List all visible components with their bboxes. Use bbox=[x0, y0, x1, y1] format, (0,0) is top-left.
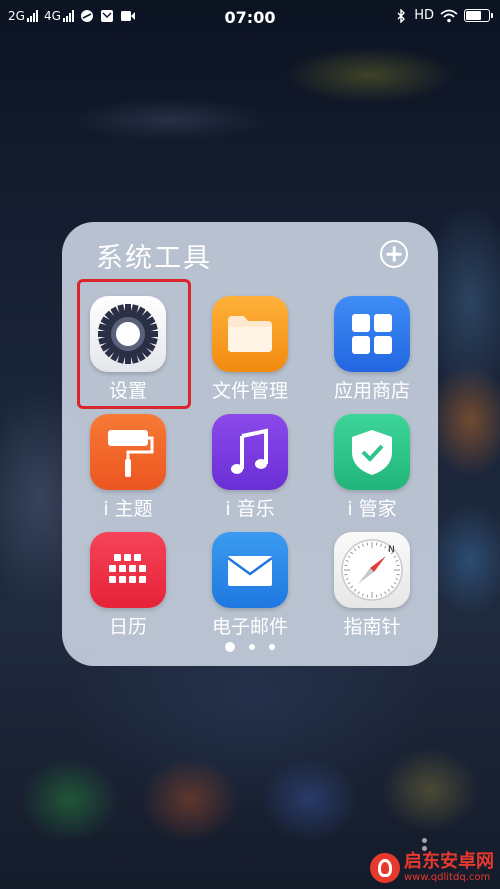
app-manager[interactable]: i 管家 bbox=[311, 412, 433, 530]
watermark-logo-icon bbox=[370, 853, 400, 883]
app-label: 指南针 bbox=[343, 616, 401, 638]
home-page-indicator bbox=[422, 838, 427, 851]
app-email[interactable]: 电子邮件 bbox=[189, 530, 311, 648]
watermark-url: www.qdlitdq.com bbox=[404, 872, 491, 883]
app-settings[interactable]: 设置 bbox=[67, 294, 189, 412]
page-dot[interactable] bbox=[269, 644, 275, 650]
folder-title[interactable]: 系统工具 bbox=[96, 236, 212, 275]
app-theme[interactable]: i 主题 bbox=[67, 412, 189, 530]
app-label: i 管家 bbox=[347, 498, 397, 520]
app-store[interactable]: 应用商店 bbox=[311, 294, 433, 412]
envelope-icon bbox=[212, 532, 288, 608]
app-file-manager[interactable]: 文件管理 bbox=[189, 294, 311, 412]
app-label: 应用商店 bbox=[333, 380, 410, 402]
shield-check-icon bbox=[334, 414, 410, 490]
folder-icon bbox=[212, 296, 288, 372]
app-label: 日历 bbox=[108, 616, 147, 638]
app-store-grid-icon bbox=[334, 296, 410, 372]
app-label: i 主题 bbox=[103, 498, 153, 520]
site-watermark: 启东安卓网 www.qdlitdq.com bbox=[370, 853, 494, 883]
app-label: 电子邮件 bbox=[211, 616, 288, 638]
app-calendar[interactable]: 日历 bbox=[67, 530, 189, 648]
app-compass[interactable]: N 指南针 bbox=[311, 530, 433, 648]
app-label: i 音乐 bbox=[225, 498, 275, 520]
hd-indicator: HD bbox=[414, 8, 434, 23]
paint-roller-icon bbox=[90, 414, 166, 490]
app-label: 文件管理 bbox=[211, 380, 288, 402]
page-indicator[interactable] bbox=[62, 642, 438, 652]
music-note-icon bbox=[212, 414, 288, 490]
calendar-grid-icon bbox=[90, 532, 166, 608]
settings-gear-icon bbox=[90, 296, 166, 372]
page-dot[interactable] bbox=[249, 644, 255, 650]
app-label: 设置 bbox=[108, 380, 147, 402]
battery-icon bbox=[464, 9, 493, 22]
bluetooth-icon bbox=[397, 8, 406, 23]
add-app-button[interactable] bbox=[380, 240, 408, 268]
watermark-name: 启东安卓网 bbox=[404, 851, 494, 872]
wifi-icon bbox=[440, 9, 458, 22]
app-music[interactable]: i 音乐 bbox=[189, 412, 311, 530]
status-bar: 2G 4G 07:00 HD bbox=[0, 0, 500, 36]
page-dot-active[interactable] bbox=[225, 642, 235, 652]
compass-icon: N bbox=[334, 532, 410, 608]
svg-text:N: N bbox=[388, 545, 395, 555]
system-tools-folder: 系统工具 设置 文件管理 应用商店 i 主题 i 音乐 i 管家 日历 电子邮件… bbox=[62, 222, 438, 666]
